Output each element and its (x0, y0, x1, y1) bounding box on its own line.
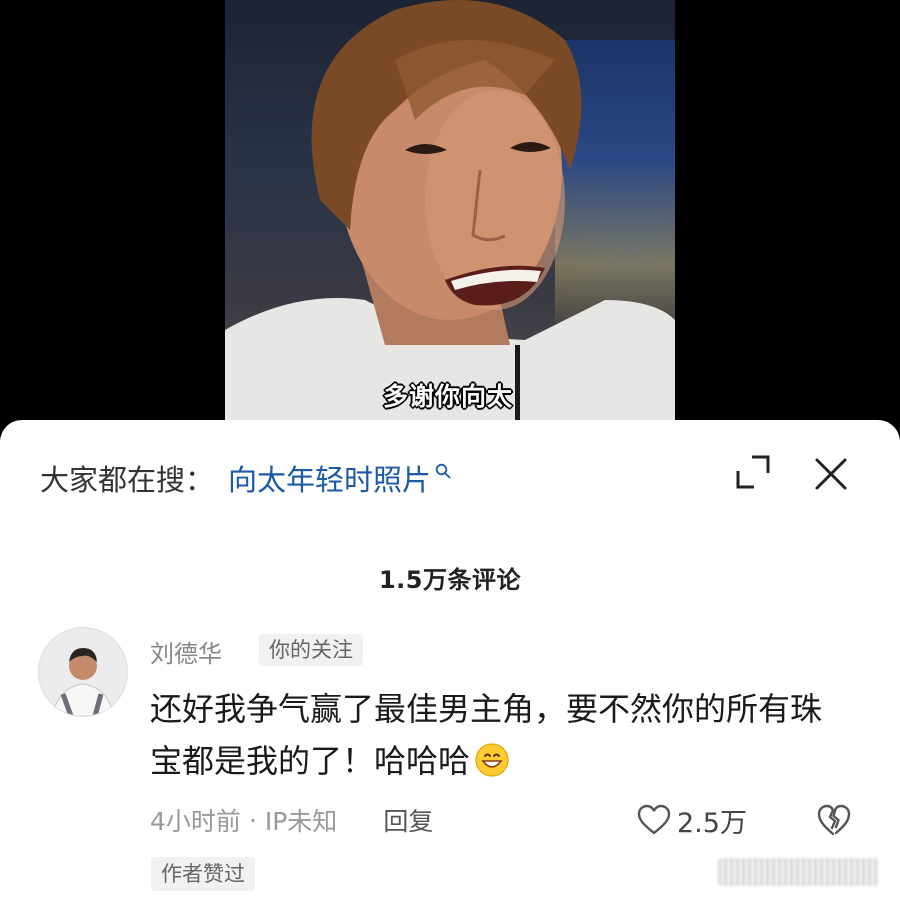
blurred-watermark (718, 858, 878, 886)
comment-ip: IP未知 (264, 807, 338, 836)
avatar[interactable] (38, 627, 128, 717)
like-button[interactable]: 2.5万 (637, 800, 747, 840)
expand-button[interactable] (735, 454, 771, 490)
search-icon[interactable] (435, 463, 451, 479)
comment-meta: 4小时前 · IP未知 回复 (150, 800, 433, 840)
comment-time: 4小时前 (150, 807, 241, 836)
search-suggestion[interactable]: 大家都在搜： 向太年轻时照片 (40, 460, 451, 500)
meta-separator: · (248, 805, 257, 835)
search-suggestion-prefix: 大家都在搜： (40, 463, 215, 497)
author-liked-badge: 作者赞过 (151, 857, 255, 891)
comment-username[interactable]: 刘德华 (150, 634, 222, 669)
expand-icon (736, 455, 770, 489)
comment-sheet: 大家都在搜： 向太年轻时照片 1.5万条评论 刘德华 你的关注 还好我争气赢了最… (0, 420, 900, 900)
comment-text: 还好我争气赢了最佳男主角，要不然你的所有珠宝都是我的了！哈哈哈 (150, 683, 850, 787)
comment-count: 1.5万条评论 (378, 566, 521, 594)
heart-icon (637, 804, 671, 835)
video-subtitle: 多谢你向太 (382, 382, 513, 411)
close-icon (815, 458, 847, 490)
video-player[interactable]: 多谢你向太 (0, 0, 900, 440)
video-frame[interactable]: 多谢你向太 (225, 0, 675, 425)
avatar-image (39, 628, 127, 716)
search-suggestion-term[interactable]: 向太年轻时照片 (228, 460, 431, 500)
reply-button[interactable]: 回复 (383, 802, 433, 838)
like-count: 2.5万 (677, 807, 747, 839)
follow-badge: 你的关注 (259, 634, 363, 666)
grinning-face-emoji-icon (475, 743, 509, 777)
close-button[interactable] (811, 454, 851, 494)
video-person-image (225, 0, 675, 425)
broken-heart-icon[interactable] (816, 802, 852, 838)
